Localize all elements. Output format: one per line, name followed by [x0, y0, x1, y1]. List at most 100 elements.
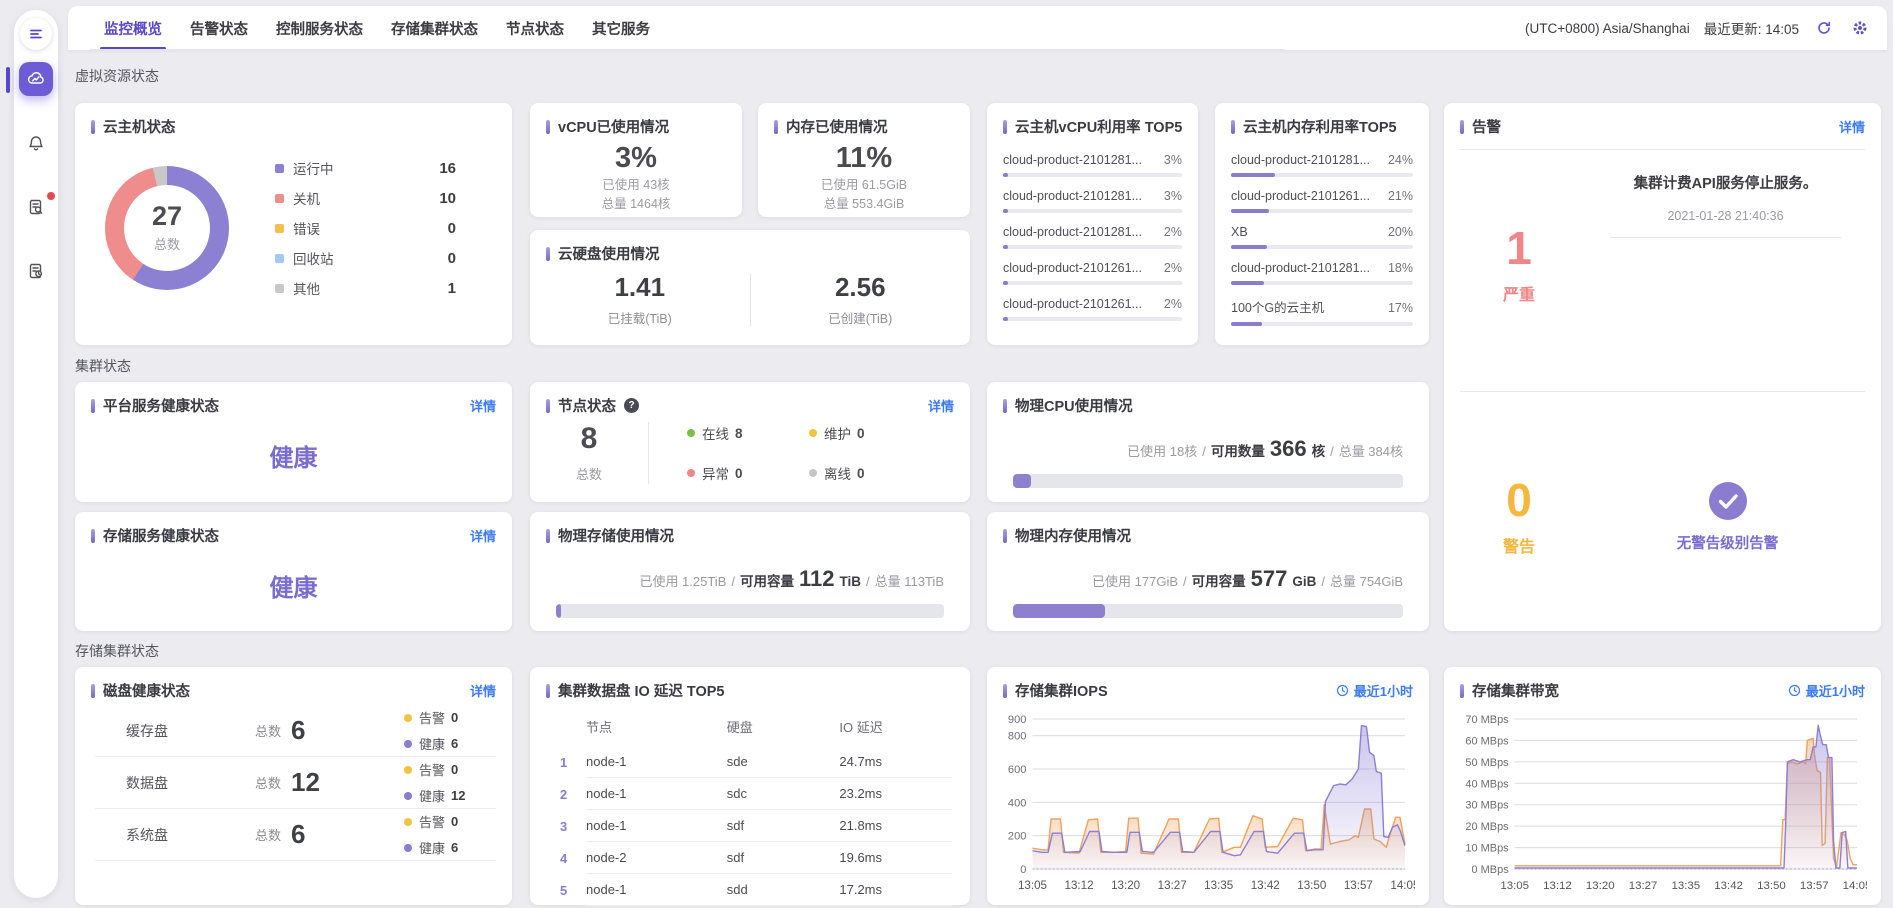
- title-marker: [1460, 120, 1464, 134]
- tab-control-service-status[interactable]: 控制服务状态: [262, 6, 377, 50]
- svg-text:14:05: 14:05: [1390, 880, 1415, 892]
- node-status-detail-link[interactable]: 详情: [928, 396, 954, 415]
- available-value: 577: [1251, 566, 1288, 592]
- legend-item: 运行中16: [275, 153, 456, 183]
- disk-type: 系统盘: [95, 825, 199, 845]
- io-latency-title: 集群数据盘 IO 延迟 TOP5: [558, 680, 725, 701]
- iops-time-range-button[interactable]: 最近1小时: [1336, 681, 1413, 700]
- menu-button[interactable]: [20, 18, 52, 50]
- healthy-stat: 健康6: [404, 838, 496, 857]
- memory-percent: 11%: [758, 141, 970, 176]
- svg-text:50 MBps: 50 MBps: [1465, 757, 1509, 769]
- tab-alarm-status[interactable]: 告警状态: [176, 6, 262, 50]
- legend-label: 错误: [293, 218, 320, 238]
- status-label: 在线: [702, 423, 729, 443]
- storage-health-title: 存储服务健康状态: [103, 525, 219, 546]
- title-marker: [1003, 529, 1007, 543]
- alert-message[interactable]: 集群计费API服务停止服务。: [1594, 172, 1857, 193]
- vm-name: cloud-product-2101281...: [1231, 153, 1370, 167]
- status-label: 离线: [824, 463, 851, 483]
- memory-usage-bar: [1013, 604, 1403, 618]
- disk-health-row: 系统盘 总数 6 告警0 健康6: [95, 809, 496, 861]
- total-value: 6: [291, 715, 333, 746]
- memory-total: 总量 553.4GiB: [758, 195, 970, 214]
- disk-health-detail-link[interactable]: 详情: [470, 681, 496, 700]
- document-search-icon: [26, 197, 46, 217]
- tab-node-status[interactable]: 节点状态: [492, 6, 578, 50]
- settings-button[interactable]: [1849, 17, 1871, 39]
- critical-count: 1: [1506, 225, 1532, 271]
- title-marker: [546, 247, 550, 261]
- memory-used: 已使用 61.5GiB: [758, 176, 970, 195]
- title-marker: [91, 529, 95, 543]
- title-marker: [546, 120, 550, 134]
- tab-monitoring-overview[interactable]: 监控概览: [90, 6, 176, 50]
- sidebar-item-monitoring[interactable]: [19, 62, 53, 96]
- vm-name: cloud-product-2101281...: [1003, 153, 1142, 167]
- check-circle-icon: [1709, 482, 1747, 520]
- vm-status-card: 云主机状态 27 总数 运行中16 关机10 错误0 回收站0 其他1: [75, 103, 512, 345]
- bandwidth-time-range-button[interactable]: 最近1小时: [1788, 681, 1865, 700]
- svg-text:10 MBps: 10 MBps: [1465, 843, 1509, 855]
- svg-text:13:12: 13:12: [1543, 880, 1572, 892]
- platform-health-detail-link[interactable]: 详情: [470, 396, 496, 415]
- title-marker: [546, 399, 550, 413]
- help-icon[interactable]: ?: [624, 398, 639, 413]
- svg-text:30 MBps: 30 MBps: [1465, 800, 1509, 812]
- section-cluster-status: 集群状态: [75, 356, 131, 376]
- alarm-bell-icon: [26, 133, 46, 153]
- total-label: 总数: [255, 721, 281, 740]
- svg-text:13:20: 13:20: [1586, 880, 1615, 892]
- sidebar-item-audit-logs[interactable]: [19, 190, 53, 224]
- top5-row: 100个G的云主机17%: [1231, 297, 1413, 326]
- svg-text:13:57: 13:57: [1800, 880, 1829, 892]
- alerts-detail-link[interactable]: 详情: [1839, 117, 1865, 136]
- legend-swatch: [275, 194, 284, 203]
- platform-health-status: 健康: [75, 438, 512, 473]
- cpu-usage-bar: [1013, 474, 1403, 488]
- alert-time: 2021-01-28 21:40:36: [1610, 209, 1841, 238]
- vm-name: cloud-product-2101281...: [1003, 225, 1142, 239]
- legend-value: 16: [439, 160, 456, 177]
- dashboard-page: 监控概览 告警状态 控制服务状态 存储集群状态 节点状态 其它服务 (UTC+0…: [0, 0, 1893, 908]
- total-label: 总量 384核: [1339, 441, 1403, 460]
- alerts-card: 告警 详情 1 严重 集群计费API服务停止服务。 2021-01-28 21:…: [1444, 103, 1881, 631]
- status-dot: [687, 429, 695, 437]
- svg-text:13:27: 13:27: [1158, 880, 1187, 892]
- vm-name: cloud-product-2101261...: [1003, 297, 1142, 311]
- sidebar-item-tasks[interactable]: [19, 254, 53, 288]
- vm-percent: 3%: [1164, 153, 1182, 167]
- tab-storage-cluster-status[interactable]: 存储集群状态: [377, 6, 492, 50]
- svg-text:0: 0: [1020, 864, 1026, 876]
- table-row: 4node-2sdf19.6ms: [544, 842, 952, 874]
- legend-value: 10: [439, 190, 456, 207]
- menu-icon: [28, 26, 44, 42]
- svg-text:800: 800: [1008, 731, 1027, 743]
- physical-cpu-title: 物理CPU使用情况: [1015, 395, 1133, 416]
- status-label: 维护: [824, 423, 851, 443]
- disk-health-row: 数据盘 总数 12 告警0 健康12: [95, 757, 496, 809]
- usage-bar: [1231, 281, 1413, 285]
- vm-percent: 20%: [1388, 225, 1413, 239]
- total-label: 总数: [255, 773, 281, 792]
- column-disk: 硬盘: [727, 717, 840, 736]
- top5-row: cloud-product-2101261...2%: [1003, 261, 1182, 285]
- title-marker: [546, 529, 550, 543]
- platform-health-title: 平台服务健康状态: [103, 395, 219, 416]
- usage-bar: [1003, 209, 1182, 213]
- refresh-button[interactable]: [1813, 17, 1835, 39]
- tab-other-services[interactable]: 其它服务: [578, 6, 664, 50]
- top5-row: cloud-product-2101281...24%: [1231, 153, 1413, 177]
- storage-health-detail-link[interactable]: 详情: [470, 526, 496, 545]
- table-row: 2node-1sdc23.2ms: [544, 778, 952, 810]
- vcpu-top5-card: 云主机vCPU利用率 TOP5 cloud-product-2101281...…: [987, 103, 1198, 345]
- sidebar-item-alarms[interactable]: [19, 126, 53, 160]
- storage-bandwidth-title: 存储集群带宽: [1472, 680, 1559, 701]
- vm-name: cloud-product-2101261...: [1231, 189, 1370, 203]
- vm-percent: 2%: [1164, 261, 1182, 275]
- separator: /: [1321, 574, 1325, 589]
- available-value: 366: [1270, 436, 1307, 462]
- usage-bar: [1231, 209, 1413, 213]
- legend-swatch: [275, 284, 284, 293]
- used-label: 已使用 1.25TiB: [639, 571, 726, 590]
